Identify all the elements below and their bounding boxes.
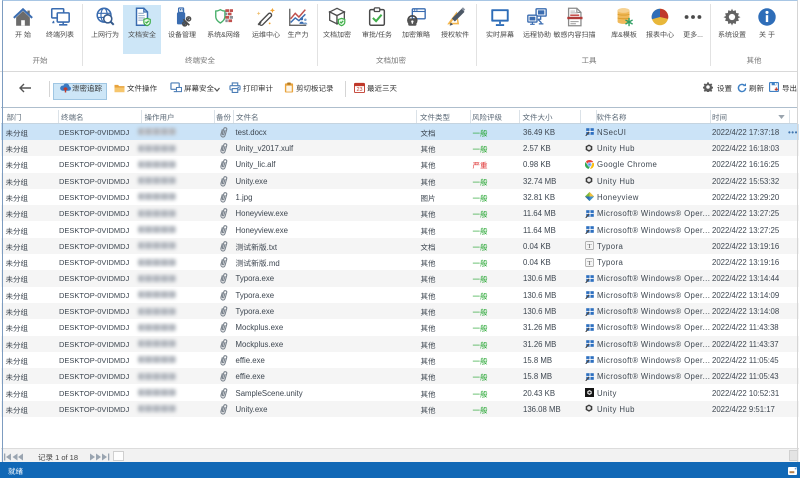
svg-text:T: T [587,243,591,250]
svg-text:T: T [587,259,591,266]
svg-text:23: 23 [356,87,362,93]
